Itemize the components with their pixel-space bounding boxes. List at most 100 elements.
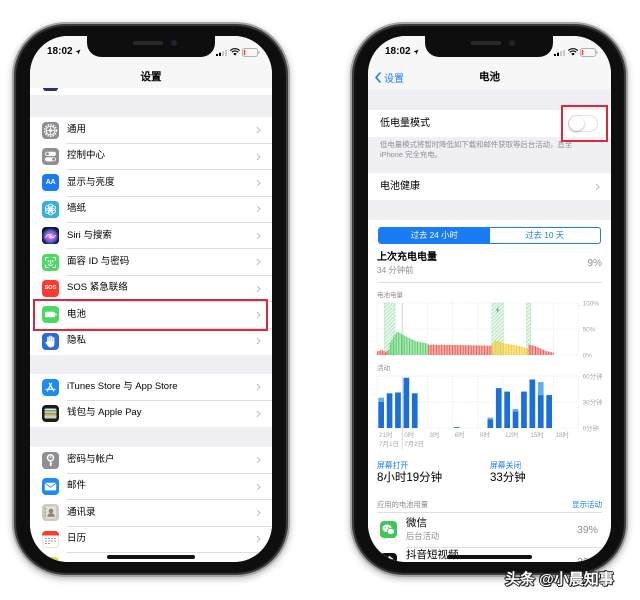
settings-row-itunes-app-store[interactable]: iTunes Store 与 App Store: [30, 374, 272, 401]
activity-chart: 60分钟 30分钟 0分钟 21时 0时 3时 6时 9时 12时 15时 18时 7月1日 7月2日: [376, 371, 602, 449]
settings-row-siri-search[interactable]: Siri 与搜索: [30, 223, 272, 249]
activity-bar-screen-on: [512, 411, 519, 428]
battery-level-bar: [512, 344, 514, 355]
settings-row-emergency-sos[interactable]: SOS SOS 紧急联络: [30, 275, 272, 302]
settings-row-contacts[interactable]: 通讯录: [30, 500, 272, 527]
battery-level-bar: [474, 345, 476, 355]
battery-status-icon: [580, 48, 598, 57]
gear-icon: [42, 121, 59, 139]
activity-bar-screen-on: [403, 377, 410, 428]
battery-level-bar: [503, 342, 505, 355]
app-percent: 39%: [576, 524, 598, 536]
icon-glyph: SOS: [44, 285, 57, 292]
row-label: 密码与帐户: [67, 454, 115, 465]
row-label: SOS 紧急联络: [67, 282, 128, 294]
battery-level-bar: [381, 350, 383, 355]
activity-bar-screen-on: [529, 379, 536, 428]
x-tick-label: 9时: [480, 430, 491, 439]
settings-row-wallpaper[interactable]: 墙纸: [30, 196, 272, 223]
battery-level-bar: [437, 344, 439, 355]
battery-level-bar: [488, 345, 490, 355]
battery-level-bar: [493, 342, 495, 355]
battery-level-bar: [527, 348, 529, 355]
home-indicator[interactable]: [107, 555, 195, 559]
status-time: 18:02: [47, 46, 73, 57]
battery-level-bar: [511, 344, 513, 355]
battery-level-bar: [416, 341, 418, 355]
battery-level-bar: [514, 345, 516, 355]
segment-last-10-days[interactable]: 过去 10 天: [490, 228, 601, 243]
chevron-right-icon: [256, 232, 261, 240]
contacts-icon: [42, 504, 59, 522]
settings-row-face-id-passcode[interactable]: 面容 ID 与密码: [30, 249, 272, 276]
battery-level-bar: [504, 343, 506, 355]
row-label: 通讯录: [67, 506, 96, 518]
date-label: 7月2日: [404, 440, 424, 448]
battery-level-bar: [523, 347, 525, 355]
low-power-mode-toggle[interactable]: [568, 115, 598, 132]
app-usage-row[interactable]: 微信 后台活动 39%: [368, 517, 611, 549]
battery-level-bar: [389, 343, 391, 355]
battery-level-bar: [509, 344, 511, 355]
row-label: 邮件: [67, 480, 87, 492]
partial-settings-row[interactable]: [30, 88, 272, 95]
battery-level-bar: [434, 344, 436, 355]
last-charge-level: 9%: [587, 258, 602, 269]
battery-level-bar: [458, 345, 460, 355]
battery-level-bar: [506, 343, 508, 355]
date-label: 7月1日: [379, 440, 399, 448]
battery-level-bar: [487, 345, 489, 355]
battery-level-bar: [377, 351, 379, 355]
row-label: 电池: [67, 308, 87, 320]
show-activity-button[interactable]: 显示活动: [572, 500, 602, 509]
activity-bar-screen-on: [378, 402, 384, 428]
app-name: 微信: [406, 517, 427, 529]
face-id-icon: [42, 253, 59, 271]
wifi-icon: [568, 48, 578, 56]
battery-level-bar: [525, 347, 527, 355]
home-indicator[interactable]: [447, 555, 532, 559]
battery-level-bar: [496, 340, 498, 355]
app-store-icon: [42, 378, 59, 396]
settings-row-privacy[interactable]: 隐私: [30, 328, 272, 354]
row-label: 隐私: [67, 335, 87, 347]
partial-app-icon: [43, 88, 58, 91]
settings-row-calendar[interactable]: 日历: [30, 526, 272, 553]
battery-status-icon: [242, 48, 260, 57]
status-time: 18:02: [385, 46, 411, 57]
location-arrow-icon: [75, 49, 81, 55]
screen-off-value: 33分钟: [490, 472, 526, 484]
battery-level-bar: [456, 345, 458, 355]
battery-level-bar: [429, 344, 431, 355]
footer-line: iPhone 完全充电。: [380, 149, 443, 159]
settings-row-display-brightness[interactable]: AA 显示与亮度: [30, 170, 272, 197]
battery-level-bar: [407, 337, 409, 355]
battery-level-bar: [535, 346, 537, 355]
battery-level-bar: [479, 345, 481, 355]
display-brightness-icon: AA: [42, 174, 59, 192]
chevron-right-icon: [256, 126, 261, 134]
activity-bar-screen-on: [453, 427, 460, 428]
battery-level-bar: [542, 349, 545, 355]
battery-level-bar: [383, 351, 385, 355]
battery-health-row[interactable]: 电池健康: [368, 173, 611, 200]
settings-row-passwords-accounts[interactable]: 密码与帐户: [30, 447, 272, 474]
battery-level-bar: [388, 349, 390, 355]
chevron-right-icon: [256, 311, 261, 319]
settings-row-battery[interactable]: 电池: [30, 302, 272, 329]
settings-row-wallet-apple-pay[interactable]: 钱包与 Apple Pay: [30, 400, 272, 426]
battery-level-bar: [482, 345, 484, 355]
separator: [377, 512, 602, 513]
notch: [87, 36, 215, 57]
settings-row-control-center[interactable]: 控制中心: [30, 143, 272, 170]
chevron-right-icon: [256, 483, 261, 491]
x-tick-label: 15时: [530, 430, 544, 439]
settings-row-mail[interactable]: 邮件: [30, 473, 272, 500]
battery-level-bar: [392, 336, 395, 355]
segment-last-24-hours[interactable]: 过去 24 小时: [379, 228, 490, 243]
settings-row-general[interactable]: 通用: [30, 117, 272, 144]
battery-level-bar: [408, 338, 411, 355]
battery-level-bar: [485, 345, 487, 355]
battery-level-bar: [378, 350, 380, 355]
battery-level-bar: [421, 342, 423, 355]
